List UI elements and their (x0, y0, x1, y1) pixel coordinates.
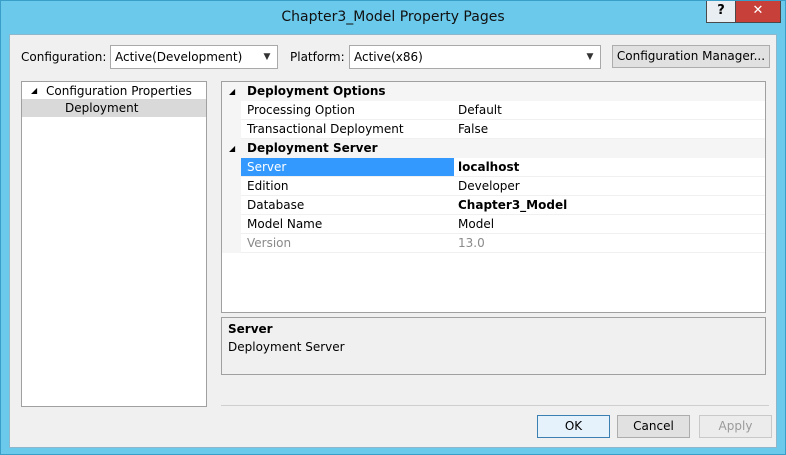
property-row-database[interactable]: Database Chapter3_Model (222, 196, 765, 215)
property-value[interactable]: Developer (458, 177, 520, 196)
property-name: Version (247, 236, 292, 250)
chevron-down-icon: ▼ (263, 52, 271, 62)
tree-item-label: Deployment (65, 101, 139, 115)
expander-icon[interactable]: ◢ (31, 82, 37, 100)
category-row-deployment-server[interactable]: ◢ Deployment Server (222, 139, 765, 158)
platform-dropdown[interactable]: Active(x86) ▼ (349, 45, 601, 69)
tree-item-label: Configuration Properties (46, 84, 192, 98)
property-name: Database (247, 198, 305, 212)
property-value[interactable]: Default (458, 101, 502, 120)
help-button[interactable]: ? (706, 1, 736, 23)
category-label: Deployment Options (247, 84, 386, 98)
platform-label: Platform: (290, 50, 345, 64)
divider (221, 405, 769, 406)
property-row-server[interactable]: Server localhost (222, 158, 765, 177)
expander-icon[interactable]: ◢ (229, 139, 235, 158)
chevron-down-icon: ▼ (586, 52, 594, 62)
configuration-value: Active(Development) (115, 50, 243, 64)
property-name: Model Name (247, 217, 323, 231)
property-pages-window: Chapter3_Model Property Pages ? ✕ Config… (0, 0, 786, 455)
property-row-transactional-deployment[interactable]: Transactional Deployment False (222, 120, 765, 139)
close-button[interactable]: ✕ (735, 1, 781, 23)
property-name: Server (247, 160, 287, 174)
ok-button[interactable]: OK (537, 415, 610, 438)
property-value[interactable]: localhost (458, 158, 519, 177)
tree-item-configuration-properties[interactable]: ◢ Configuration Properties (22, 82, 206, 100)
configuration-manager-button[interactable]: Configuration Manager... (612, 45, 770, 68)
property-value[interactable]: Model (458, 215, 494, 234)
configuration-dropdown[interactable]: Active(Development) ▼ (110, 45, 278, 69)
settings-tree: ◢ Configuration Properties Deployment (21, 81, 207, 407)
property-name: Transactional Deployment (247, 122, 404, 136)
property-name: Processing Option (247, 103, 355, 117)
property-value: 13.0 (458, 236, 485, 250)
property-name: Edition (247, 179, 289, 193)
property-row-processing-option[interactable]: Processing Option Default (222, 101, 765, 120)
description-pane: Server Deployment Server (221, 317, 766, 375)
property-row-model-name[interactable]: Model Name Model (222, 215, 765, 234)
apply-button[interactable]: Apply (699, 415, 772, 438)
dialog-client-area: Configuration: Active(Development) ▼ Pla… (9, 34, 777, 448)
property-value[interactable]: Chapter3_Model (458, 196, 567, 215)
window-title: Chapter3_Model Property Pages (281, 9, 505, 25)
property-row-version[interactable]: Version 13.0 (222, 234, 765, 253)
platform-value: Active(x86) (354, 50, 423, 64)
description-title: Server (228, 322, 273, 336)
property-row-edition[interactable]: Edition Developer (222, 177, 765, 196)
property-value[interactable]: False (458, 120, 488, 139)
category-label: Deployment Server (247, 141, 378, 155)
tree-item-deployment[interactable]: Deployment (22, 99, 206, 117)
title-bar[interactable]: Chapter3_Model Property Pages ? ✕ (1, 1, 785, 34)
property-grid: ◢ Deployment Options Processing Option D… (221, 81, 766, 313)
cancel-button[interactable]: Cancel (617, 415, 690, 438)
description-text: Deployment Server (228, 340, 345, 354)
configuration-label: Configuration: (21, 50, 107, 64)
expander-icon[interactable]: ◢ (229, 82, 235, 101)
category-row-deployment-options[interactable]: ◢ Deployment Options (222, 82, 765, 101)
